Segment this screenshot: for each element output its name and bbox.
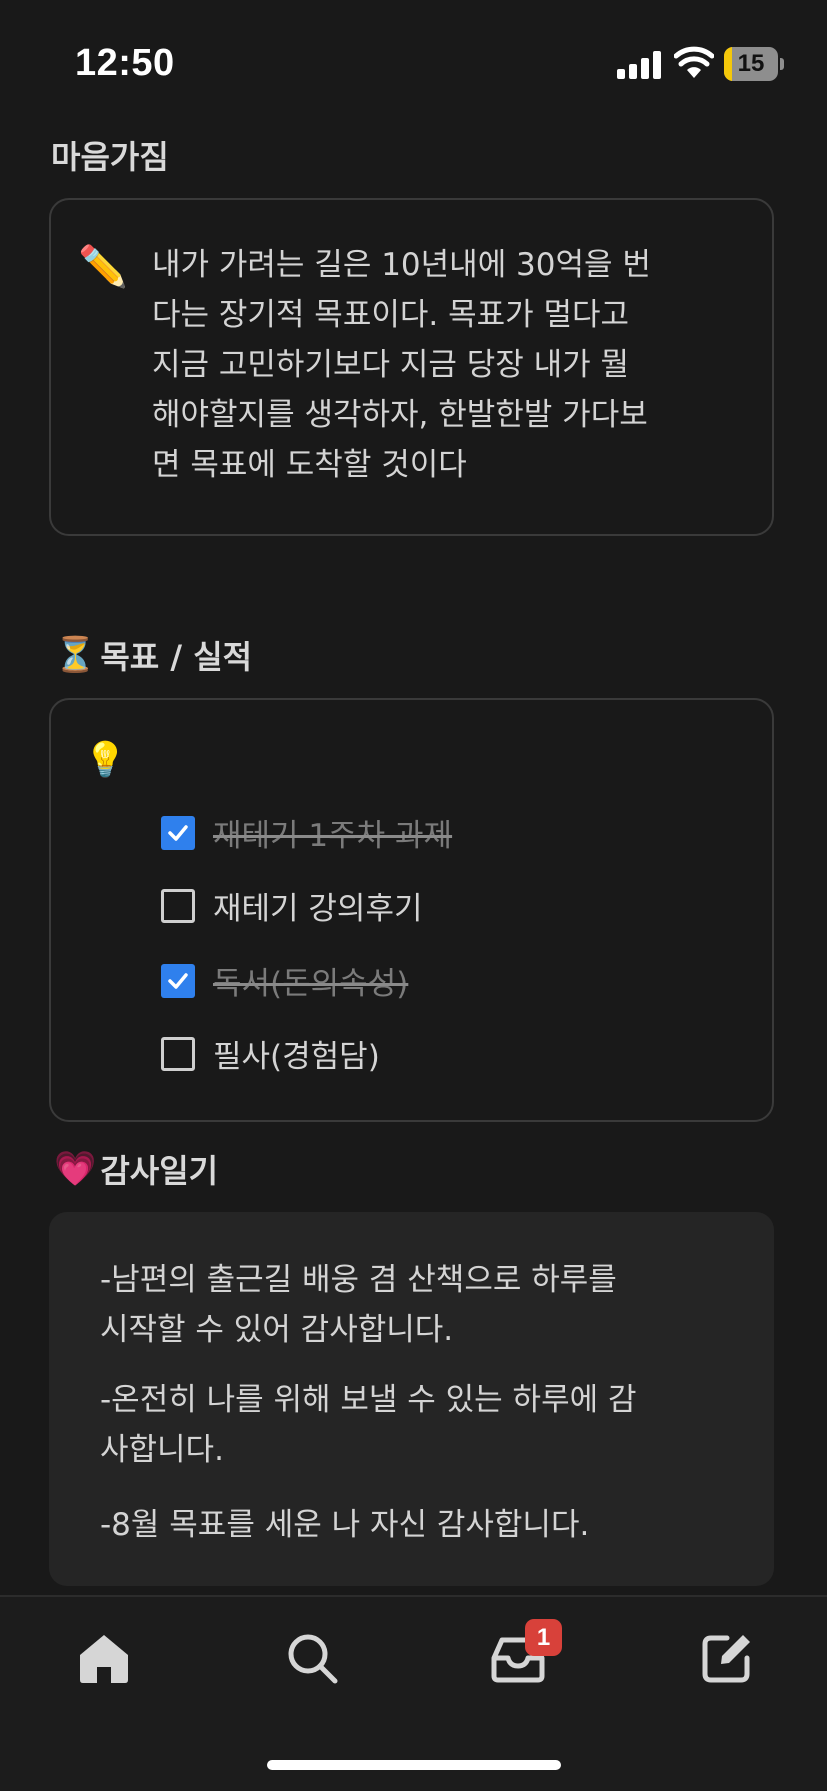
search-icon[interactable]: [282, 1628, 342, 1688]
pencil-icon: ✏️: [78, 244, 128, 290]
mindset-line: 내가 가려는 길은 10년내에 30억을 번: [152, 247, 651, 283]
todo-label: 재테기 1주차 과제: [213, 818, 453, 854]
compose-icon[interactable]: [697, 1628, 757, 1688]
todo-label: 독서(돈의속성): [213, 966, 409, 1002]
checkbox[interactable]: [161, 888, 195, 923]
gratitude-line: -온전히 나를 위해 보낼 수 있는 하루에 감: [100, 1382, 637, 1418]
inbox-badge: 1: [525, 1619, 562, 1656]
lightbulb-icon: 💡: [84, 740, 127, 780]
status-bar: 12:50 15: [0, 0, 827, 130]
gratitude-line: 사합니다.: [100, 1432, 224, 1468]
todo-item[interactable]: 필사(경험담): [161, 1031, 380, 1076]
gratitude-line: 시작할 수 있어 감사합니다.: [100, 1312, 454, 1348]
todo-item[interactable]: 독서(돈의속성): [161, 958, 408, 1003]
status-time: 12:50: [75, 42, 175, 84]
home-icon[interactable]: [74, 1628, 134, 1688]
signal-icon: [617, 51, 661, 79]
todo-item[interactable]: 재테기 1주차 과제: [161, 810, 452, 855]
mindset-line: 다는 장기적 목표이다. 목표가 멀다고: [152, 297, 630, 333]
mindset-line: 해야할지를 생각하자, 한발한발 가다보: [152, 397, 648, 433]
gratitude-line: -8월 목표를 세운 나 자신 감사합니다.: [100, 1507, 590, 1543]
mindset-line: 면 목표에 도착할 것이다: [152, 447, 467, 483]
hourglass-icon: ⏳: [54, 635, 97, 675]
checkbox[interactable]: [161, 1036, 195, 1071]
mindset-text[interactable]: 내가 가려는 길은 10년내에 30억을 번 다는 장기적 목표이다. 목표가 …: [152, 240, 722, 490]
battery-icon: 15: [724, 47, 784, 81]
gratitude-title-text: 감사일기: [100, 1152, 219, 1190]
goals-title: ⏳ 목표 / 실적: [54, 632, 252, 678]
home-indicator[interactable]: [267, 1760, 561, 1770]
todo-item[interactable]: 재테기 강의후기: [161, 883, 423, 928]
gratitude-title: 💗 감사일기: [54, 1146, 218, 1192]
battery-level: 15: [737, 50, 765, 77]
todo-label: 필사(경험담): [213, 1039, 380, 1075]
wifi-icon: [674, 46, 714, 78]
todo-label: 재테기 강의후기: [213, 891, 423, 927]
goals-title-text: 목표 / 실적: [100, 638, 253, 676]
checkbox[interactable]: [161, 815, 195, 850]
gratitude-line: -남편의 출근길 배웅 겸 산책으로 하루를: [100, 1262, 617, 1298]
checkbox[interactable]: [161, 963, 195, 998]
mindset-title: 마음가짐: [51, 138, 169, 176]
heart-icon: 💗: [54, 1149, 97, 1189]
mindset-line: 지금 고민하기보다 지금 당장 내가 뭘: [152, 347, 630, 383]
